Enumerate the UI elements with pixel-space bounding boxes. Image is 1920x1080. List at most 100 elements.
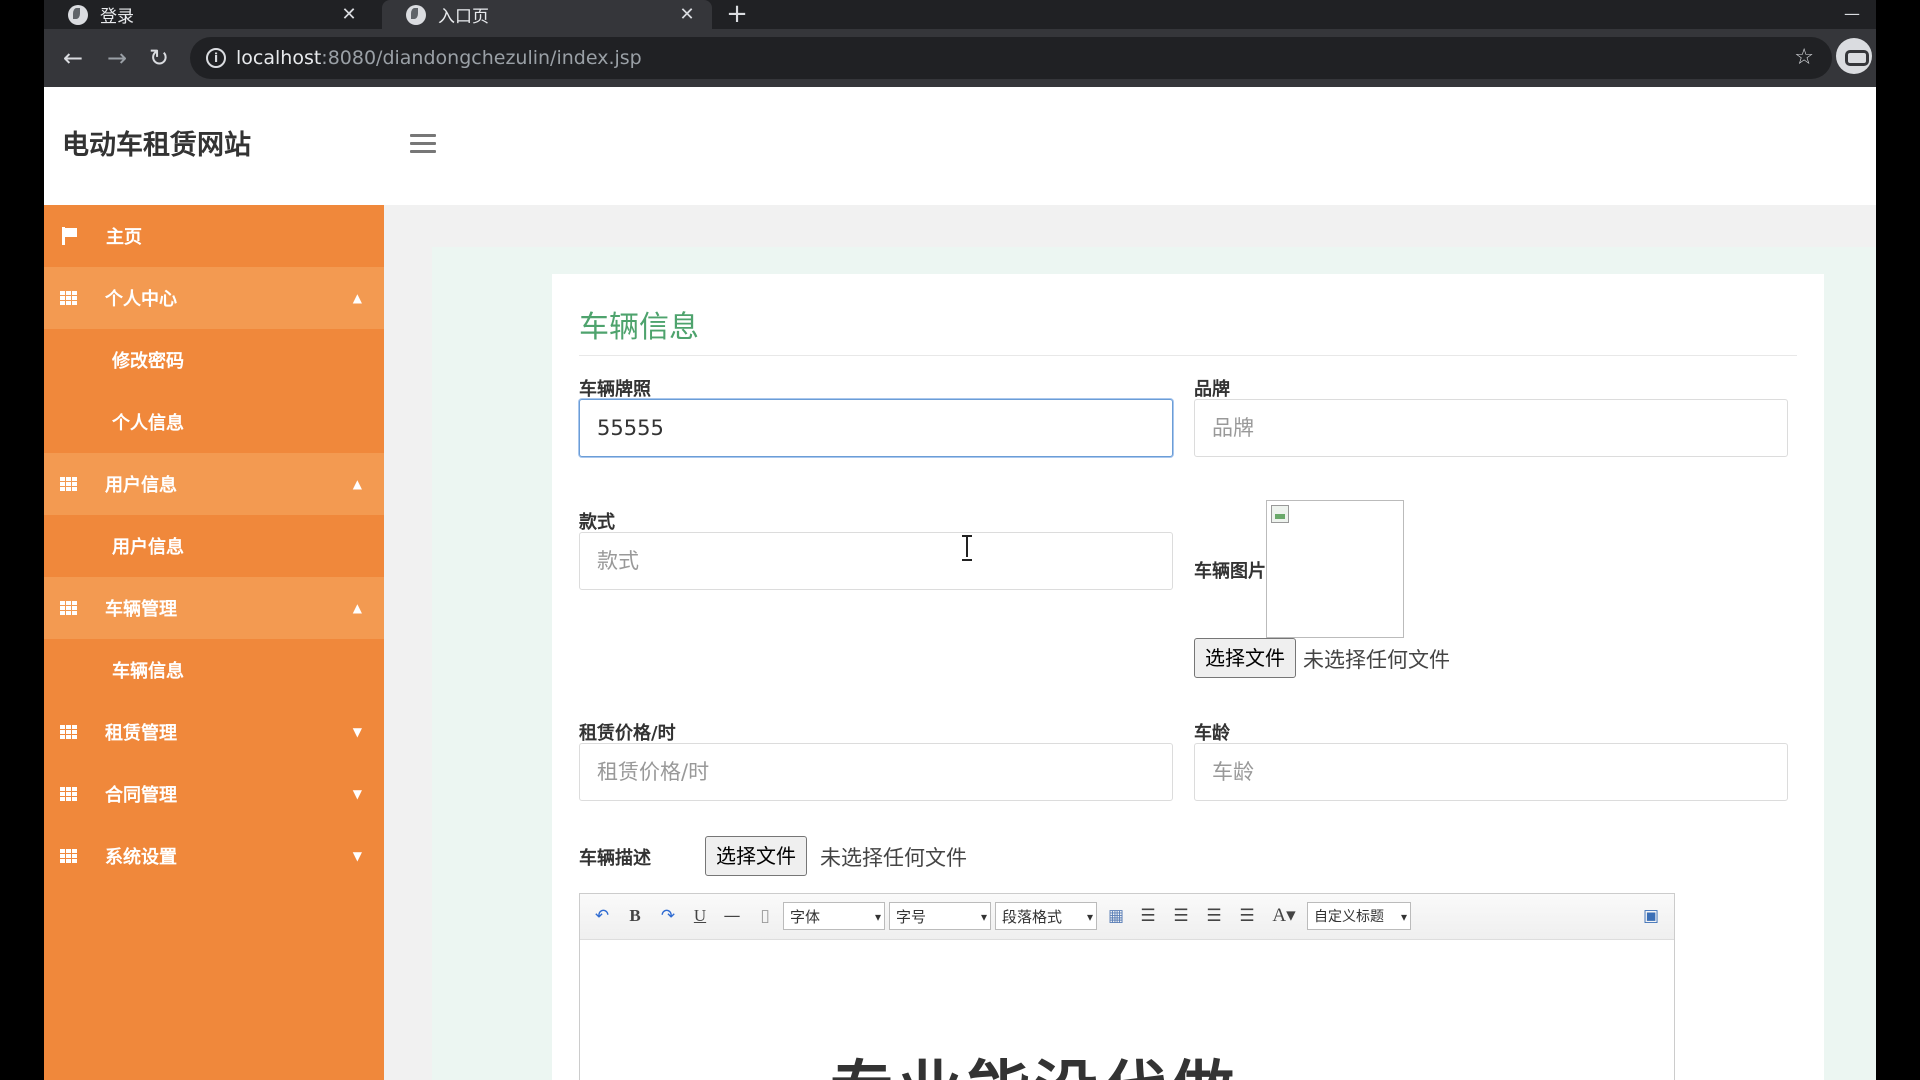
caret-up-icon: ▲ — [352, 291, 362, 305]
table-icon[interactable]: ▦ — [1104, 902, 1128, 930]
browser-toolbar: ← → ↻ i localhost:8080/diandongchezulin/… — [44, 29, 1876, 87]
align-left-icon[interactable]: ☰ — [1136, 902, 1160, 930]
editor-content-text: 专业能没代做 — [830, 1040, 1238, 1080]
profile-avatar-icon[interactable] — [1836, 38, 1872, 74]
image-file-status: 未选择任何文件 — [1303, 648, 1450, 672]
desc-file-button[interactable]: 选择文件 — [705, 836, 807, 876]
align-right-icon[interactable]: ☰ — [1169, 902, 1193, 930]
font-color-icon[interactable]: A▾ — [1267, 902, 1301, 930]
grid-icon — [60, 849, 77, 863]
brand-input[interactable] — [1194, 399, 1788, 457]
sidebar-item-contract-mgmt[interactable]: 合同管理 ▼ — [44, 763, 384, 825]
vehicle-image-preview — [1266, 500, 1404, 638]
sidebar-item-user-info[interactable]: 用户信息 ▲ — [44, 453, 384, 515]
text-cursor-icon — [962, 535, 972, 561]
sidebar-item-label: 主页 — [106, 227, 142, 248]
info-icon[interactable]: i — [206, 48, 226, 68]
reload-icon[interactable]: ↻ — [142, 41, 176, 75]
rich-text-editor: ↶ B ↷ U — ▯ 字体 字号 段落格式 ▦ ☰ ☰ ☰ ☰ A▾ 自定义标… — [579, 893, 1675, 1080]
url-path: :8080/diandongchezulin/index.jsp — [321, 47, 642, 69]
grid-icon — [60, 601, 77, 615]
tab-title: 入口页 — [438, 7, 489, 27]
star-icon[interactable]: ☆ — [1794, 37, 1814, 79]
tab-entry[interactable]: 入口页 ✕ — [382, 0, 712, 29]
price-input[interactable] — [579, 743, 1173, 801]
divider — [579, 355, 1797, 356]
close-icon[interactable]: ✕ — [336, 4, 362, 25]
document-icon[interactable]: ▯ — [753, 902, 777, 930]
editor-toolbar: ↶ B ↷ U — ▯ 字体 字号 段落格式 ▦ ☰ ☰ ☰ ☰ A▾ 自定义标… — [580, 894, 1674, 940]
sidebar-item-personal-info[interactable]: 个人信息 — [44, 391, 384, 453]
caret-up-icon: ▲ — [352, 477, 362, 491]
font-size-select[interactable]: 字号 — [889, 902, 991, 931]
address-bar[interactable]: i localhost:8080/diandongchezulin/index.… — [190, 37, 1832, 79]
image-label: 车辆图片 — [1194, 561, 1266, 582]
undo-icon[interactable]: ↶ — [590, 902, 614, 930]
sidebar-item-rental-mgmt[interactable]: 租赁管理 ▼ — [44, 701, 384, 763]
minimize-icon[interactable]: — — [1844, 4, 1860, 23]
tab-title: 登录 — [100, 7, 134, 27]
align-justify-icon[interactable]: ☰ — [1235, 902, 1259, 930]
desc-label: 车辆描述 — [579, 848, 651, 869]
flag-icon — [62, 227, 78, 245]
new-tab-button[interactable]: + — [722, 0, 752, 29]
align-center-icon[interactable]: ☰ — [1202, 902, 1226, 930]
url-text: localhost:8080/diandongchezulin/index.js… — [236, 37, 642, 79]
broken-image-icon — [1271, 505, 1289, 523]
browser-chrome: 登录 ✕ 入口页 ✕ + — ← → ↻ i localhost:8080/di… — [44, 0, 1876, 87]
tab-login[interactable]: 登录 ✕ — [44, 0, 374, 29]
sidebar: 主页 个人中心 ▲ 修改密码 个人信息 用户信息 ▲ 用户信息 车辆管理 ▲ 车… — [44, 205, 384, 1080]
plate-input[interactable] — [579, 399, 1173, 457]
sidebar-item-vehicle-mgmt[interactable]: 车辆管理 ▲ — [44, 577, 384, 639]
editor-content[interactable]: 专业能没代做 — [580, 940, 1674, 1080]
sidebar-item-change-password[interactable]: 修改密码 — [44, 329, 384, 391]
tab-strip: 登录 ✕ 入口页 ✕ + — — [44, 0, 1876, 29]
style-input[interactable] — [579, 532, 1173, 590]
sidebar-item-vehicle-info[interactable]: 车辆信息 — [44, 639, 384, 701]
sidebar-item-personal-center[interactable]: 个人中心 ▲ — [44, 267, 384, 329]
menu-toggle-icon[interactable] — [410, 134, 436, 154]
paragraph-format-select[interactable]: 段落格式 — [995, 902, 1097, 931]
caret-down-icon: ▼ — [352, 787, 362, 801]
url-host: localhost — [236, 47, 322, 69]
bold-icon[interactable]: B — [623, 902, 647, 930]
sidebar-item-system-settings[interactable]: 系统设置 ▼ — [44, 825, 384, 887]
grid-icon — [60, 787, 77, 801]
sidebar-item-label: 个人中心 — [105, 289, 177, 310]
price-label: 租赁价格/时 — [579, 723, 676, 744]
site-brand: 电动车租赁网站 — [62, 130, 251, 161]
sidebar-item-label: 系统设置 — [105, 847, 177, 868]
grid-icon — [60, 477, 77, 491]
caret-down-icon: ▼ — [352, 849, 362, 863]
age-input[interactable] — [1194, 743, 1788, 801]
app-viewport: 电动车租赁网站 主页 个人中心 ▲ 修改密码 个人信息 用户信息 ▲ 用户信息 … — [44, 87, 1876, 1080]
vehicle-form-card: 车辆信息 车辆牌照 品牌 款式 车辆图片 选择文件 未选择任何文件 租赁价格/时… — [552, 274, 1824, 1080]
sidebar-item-label: 合同管理 — [105, 785, 177, 806]
style-label: 款式 — [579, 512, 615, 533]
redo-icon[interactable]: ↷ — [656, 902, 680, 930]
forward-icon[interactable]: → — [100, 41, 134, 75]
sidebar-item-home[interactable]: 主页 — [44, 205, 384, 267]
sidebar-item-user-info-sub[interactable]: 用户信息 — [44, 515, 384, 577]
sidebar-item-label: 租赁管理 — [105, 723, 177, 744]
desc-file-status: 未选择任何文件 — [820, 846, 967, 870]
grid-icon — [60, 725, 77, 739]
horizontal-rule-icon[interactable]: — — [720, 902, 744, 930]
grid-icon — [60, 291, 77, 305]
form-title: 车辆信息 — [579, 310, 699, 345]
back-icon[interactable]: ← — [56, 41, 90, 75]
sidebar-item-label: 用户信息 — [105, 475, 177, 496]
age-label: 车龄 — [1194, 723, 1230, 744]
underline-icon[interactable]: U — [688, 902, 712, 930]
custom-title-select[interactable]: 自定义标题 — [1307, 902, 1411, 931]
globe-icon — [406, 4, 426, 25]
font-select[interactable]: 字体 — [783, 902, 885, 931]
app-header: 电动车租赁网站 — [44, 87, 1876, 205]
close-icon[interactable]: ✕ — [674, 4, 700, 25]
image-file-button[interactable]: 选择文件 — [1194, 638, 1296, 678]
caret-up-icon: ▲ — [352, 601, 362, 615]
fullscreen-icon[interactable]: ▣ — [1638, 902, 1664, 930]
brand-label: 品牌 — [1194, 379, 1230, 400]
sidebar-item-label: 车辆管理 — [105, 599, 177, 620]
globe-icon — [68, 4, 88, 25]
